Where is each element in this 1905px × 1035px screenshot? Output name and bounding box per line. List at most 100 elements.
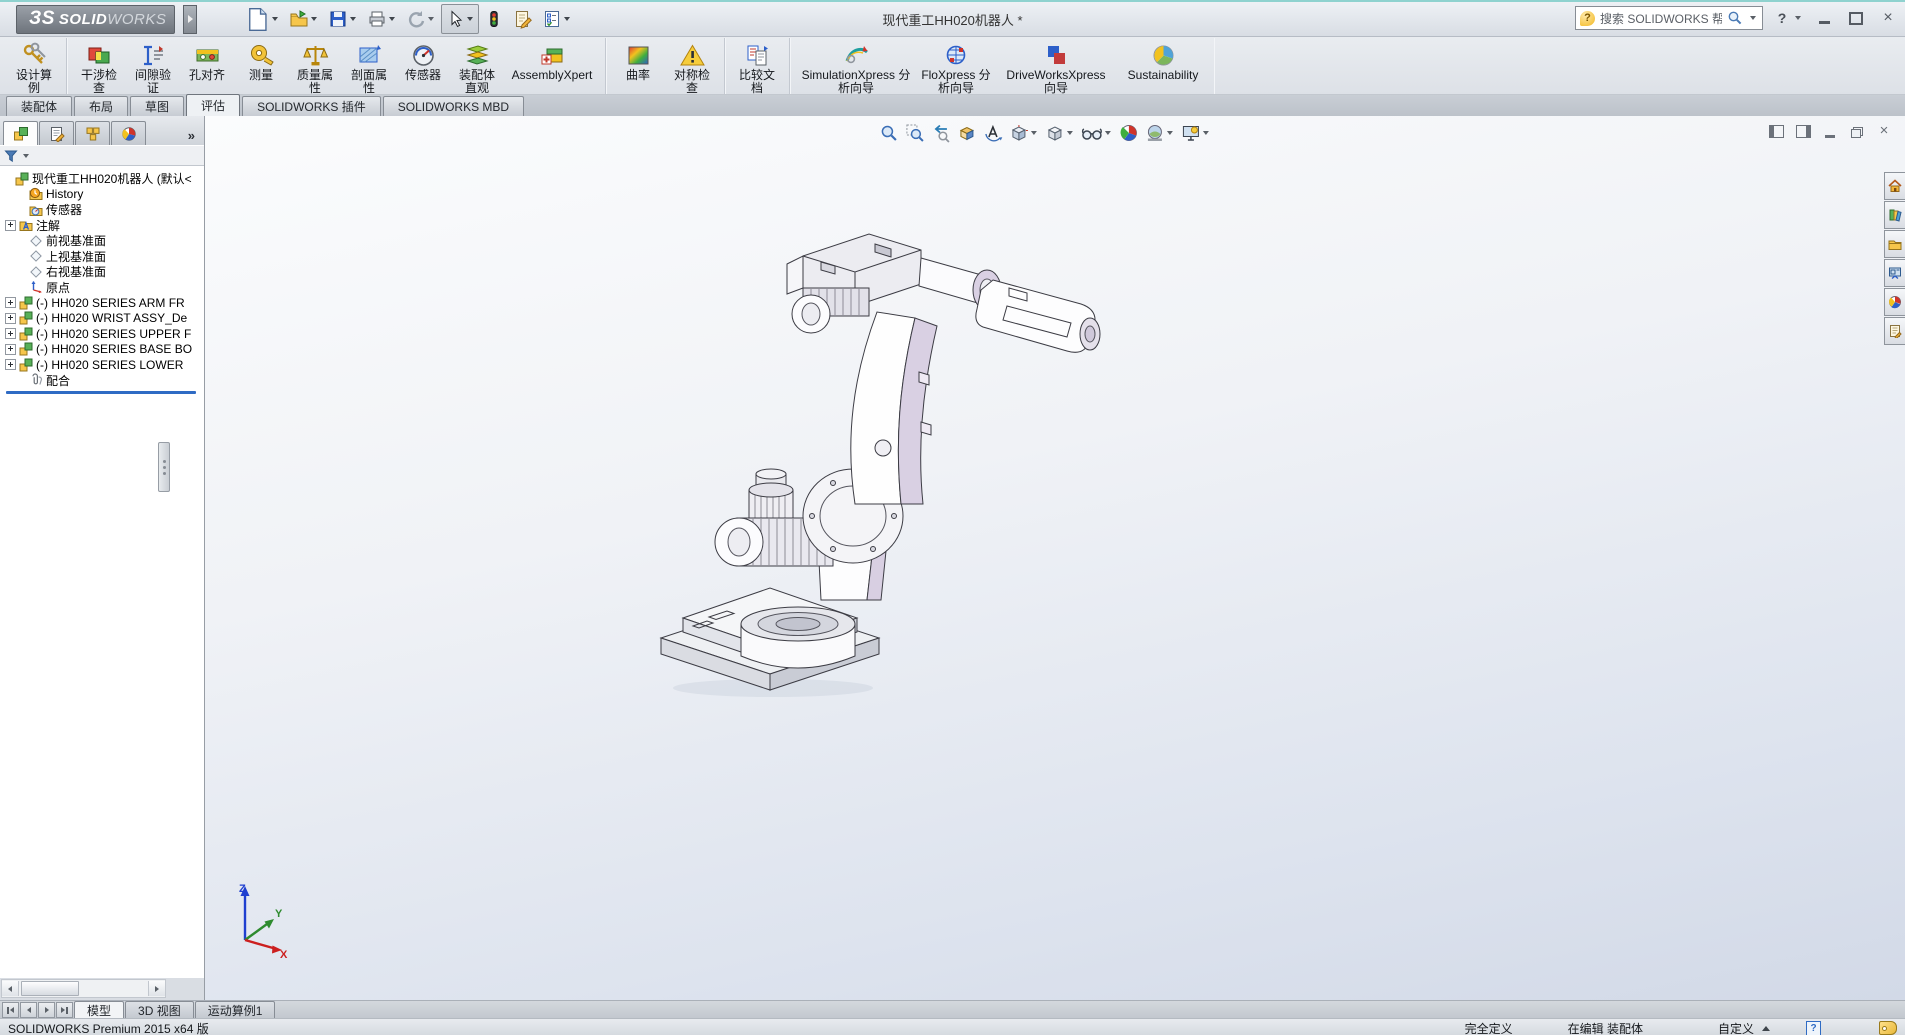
sensors-button[interactable]: 传感器	[396, 39, 450, 83]
print-button[interactable]	[363, 4, 401, 34]
design-study-button[interactable]: 设计算例	[7, 39, 61, 100]
previous-view-button[interactable]	[929, 122, 953, 144]
view-settings-button[interactable]	[1179, 122, 1213, 144]
edit-appearance-button[interactable]	[1117, 122, 1141, 144]
design-library-tab[interactable]	[1884, 201, 1905, 229]
panel-tab-overflow-chevron[interactable]: »	[182, 128, 201, 145]
undo-button[interactable]	[402, 4, 440, 34]
minimize-button[interactable]	[1813, 9, 1835, 27]
mass-properties-button[interactable]: 质量属性	[288, 39, 342, 96]
panel-splitter[interactable]	[158, 442, 170, 492]
compare-documents-button[interactable]: 比较文档	[730, 39, 784, 96]
doc-restore-button[interactable]	[1848, 123, 1866, 138]
measure-button[interactable]: 测量	[234, 39, 288, 83]
expand-icon[interactable]	[5, 328, 16, 339]
file-explorer-tab[interactable]	[1884, 230, 1905, 258]
help-button[interactable]: ?	[1771, 9, 1793, 27]
options-button[interactable]	[538, 4, 576, 34]
view-orientation-button[interactable]	[1007, 122, 1041, 144]
scroll-left-button[interactable]	[2, 981, 19, 996]
menu-expander-icon[interactable]	[183, 5, 197, 34]
clearance-verification-button[interactable]: 间隙验证	[126, 39, 180, 96]
doc-minimize-button[interactable]	[1821, 123, 1839, 138]
zoom-to-area-button[interactable]	[903, 122, 927, 144]
motion-study-tab[interactable]: 运动算例1	[195, 1001, 276, 1018]
3d-views-tab[interactable]: 3D 视图	[125, 1001, 194, 1018]
tree-item-front-plane[interactable]: 前视基准面	[3, 233, 204, 249]
simulationxpress-button[interactable]: SimulationXpress 分析向导	[795, 39, 917, 96]
hide-show-items-button[interactable]	[1079, 122, 1115, 144]
tab-evaluate[interactable]: 评估	[186, 94, 240, 116]
displaymanager-tab[interactable]	[111, 121, 146, 145]
expand-icon[interactable]	[5, 359, 16, 370]
configurationmanager-tab[interactable]	[75, 121, 110, 145]
dynamic-annotation-views-button[interactable]	[981, 122, 1005, 144]
featuremanager-tab[interactable]	[3, 121, 38, 145]
rebuild-button[interactable]	[480, 4, 508, 34]
tree-item-component[interactable]: (-) HH020 SERIES BASE BO	[3, 342, 204, 358]
appearances-scenes-tab[interactable]	[1884, 288, 1905, 316]
expand-icon[interactable]	[5, 344, 16, 355]
next-tab-button[interactable]	[38, 1002, 55, 1018]
filter-caret-icon[interactable]	[23, 154, 29, 158]
tab-solidworks-mbd[interactable]: SOLIDWORKS MBD	[383, 96, 524, 116]
expand-icon[interactable]	[5, 313, 16, 324]
tab-assembly[interactable]: 装配体	[6, 96, 72, 116]
tree-item-component[interactable]: (-) HH020 WRIST ASSY_De	[3, 311, 204, 327]
zoom-to-fit-button[interactable]	[877, 122, 901, 144]
tree-item-mates[interactable]: 配合	[3, 373, 204, 389]
tree-item-top-plane[interactable]: 上视基准面	[3, 249, 204, 265]
tags-icon[interactable]	[1879, 1021, 1897, 1035]
floxpress-button[interactable]: FloXpress 分析向导	[917, 39, 995, 96]
tree-item-component[interactable]: (-) HH020 SERIES LOWER	[3, 357, 204, 373]
section-properties-button[interactable]: 剖面属性	[342, 39, 396, 96]
tree-item-history[interactable]: History	[3, 187, 204, 203]
show-right-pane-button[interactable]	[1794, 123, 1812, 138]
save-button[interactable]	[324, 4, 362, 34]
interference-detection-button[interactable]: 干涉检查	[72, 39, 126, 96]
custom-properties-tab[interactable]	[1884, 317, 1905, 345]
model-tab[interactable]: 模型	[74, 1001, 124, 1018]
show-left-pane-button[interactable]	[1767, 123, 1785, 138]
maximize-button[interactable]	[1845, 9, 1867, 27]
robot-model[interactable]	[653, 226, 1123, 706]
scroll-thumb[interactable]	[21, 981, 79, 996]
scroll-right-button[interactable]	[148, 981, 165, 996]
select-button[interactable]	[441, 4, 479, 34]
view-palette-tab[interactable]	[1884, 259, 1905, 287]
graphics-area[interactable]: ×	[205, 116, 1905, 1000]
quick-tips-button[interactable]: ?	[1806, 1021, 1821, 1035]
tree-item-component[interactable]: (-) HH020 SERIES ARM FR	[3, 295, 204, 311]
sustainability-button[interactable]: Sustainability	[1117, 39, 1209, 83]
propertymanager-tab[interactable]	[39, 121, 74, 145]
display-style-button[interactable]	[1043, 122, 1077, 144]
tab-layout[interactable]: 布局	[74, 96, 128, 116]
doc-close-button[interactable]: ×	[1875, 123, 1893, 138]
new-document-button[interactable]	[239, 4, 284, 34]
last-tab-button[interactable]	[56, 1002, 73, 1018]
tree-item-origin[interactable]: 原点	[3, 280, 204, 296]
expand-icon[interactable]	[5, 220, 16, 231]
filter-funnel-icon[interactable]	[4, 149, 18, 163]
previous-tab-button[interactable]	[20, 1002, 37, 1018]
help-caret-icon[interactable]	[1795, 16, 1801, 20]
apply-scene-button[interactable]	[1143, 122, 1177, 144]
solidworks-resources-tab[interactable]	[1884, 172, 1905, 200]
custom-caret-icon[interactable]	[1762, 1026, 1770, 1031]
hole-alignment-button[interactable]: 孔对齐	[180, 39, 234, 83]
search-scope-caret-icon[interactable]	[1750, 16, 1756, 20]
search-icon[interactable]	[1727, 10, 1743, 26]
tree-item-sensors[interactable]: 传感器	[3, 202, 204, 218]
tab-sketch[interactable]: 草图	[130, 96, 184, 116]
curvature-button[interactable]: 曲率	[611, 39, 665, 83]
tab-solidworks-addins[interactable]: SOLIDWORKS 插件	[242, 96, 381, 116]
custom-dropdown[interactable]: 自定义	[1718, 1020, 1754, 1035]
tree-root[interactable]: 现代重工HH020机器人 (默认<	[3, 171, 204, 187]
assembly-visualization-button[interactable]: 装配体直观	[450, 39, 504, 96]
first-tab-button[interactable]	[2, 1002, 19, 1018]
driveworksxpress-button[interactable]: DriveWorksXpress 向导	[995, 39, 1117, 96]
symmetry-check-button[interactable]: 对称检查	[665, 39, 719, 96]
close-button[interactable]: ×	[1877, 9, 1899, 27]
tree-item-right-plane[interactable]: 右视基准面	[3, 264, 204, 280]
search-input[interactable]: 搜索 SOLIDWORKS 帮助	[1600, 10, 1722, 27]
